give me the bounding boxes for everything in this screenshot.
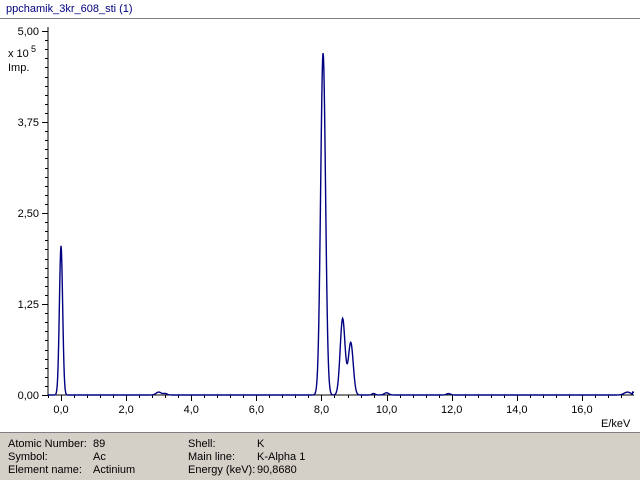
energy-value: 90,8680 (257, 464, 297, 476)
atomic-number-value: 89 (93, 438, 106, 450)
atomic-number-label: Atomic Number: (8, 438, 87, 450)
window-title: ppchamik_3kr_608_sti (1) (6, 3, 133, 15)
window-titlebar[interactable]: ppchamik_3kr_608_sti (1) (0, 0, 640, 19)
shell-label: Shell: (188, 438, 216, 450)
energy-label: Energy (keV): (188, 464, 256, 476)
y-tick-label: 5,00 (18, 26, 39, 38)
y-unit-label: Imp. (8, 62, 29, 74)
x-tick-label: 8,0 (314, 404, 329, 416)
y-tick-label: 1,25 (18, 299, 39, 311)
symbol-value: Ac (93, 451, 106, 463)
y-scale-exponent: 5 (31, 44, 36, 54)
main-line-value: K-Alpha 1 (257, 451, 306, 463)
x-tick-label: 2,0 (118, 404, 133, 416)
x-tick-label: 4,0 (184, 404, 199, 416)
main-line-label: Main line: (188, 451, 236, 463)
spectrum-line (48, 52, 635, 396)
y-tick-label: 3,75 (18, 117, 39, 129)
spectrum-chart[interactable]: 0,00 1,25 2,50 3,75 5,00 0,0 2,0 4,0 6,0 8,0 10,0 1… (0, 19, 640, 432)
y-tick-label: 0,00 (18, 390, 39, 402)
spectrum-window: ppchamik_3kr_608_sti (1) 0,00 1,25 2,50 3,7… (0, 0, 640, 480)
element-name-label: Element name: (8, 464, 82, 476)
x-tick-label: 16,0 (571, 404, 592, 416)
symbol-label: Symbol: (8, 451, 48, 463)
x-axis-label: E/keV (601, 418, 631, 430)
x-tick-label: 0,0 (53, 404, 68, 416)
shell-value: K (257, 438, 265, 450)
x-tick-label: 6,0 (249, 404, 264, 416)
x-tick-label: 10,0 (376, 404, 397, 416)
series-layer (48, 52, 635, 396)
element-info-panel: Atomic Number: 89 Symbol: Ac Element nam… (0, 432, 640, 480)
y-tick-label: 2,50 (18, 208, 39, 220)
x-tick-label: 14,0 (506, 404, 527, 416)
x-tick-label: 12,0 (441, 404, 462, 416)
element-name-value: Actinium (93, 464, 136, 476)
y-scale-prefix: x 10 (8, 48, 29, 60)
spectrum-chart-svg[interactable]: 0,00 1,25 2,50 3,75 5,00 0,0 2,0 4,0 6,0 8,0 10,0 1… (0, 19, 640, 432)
